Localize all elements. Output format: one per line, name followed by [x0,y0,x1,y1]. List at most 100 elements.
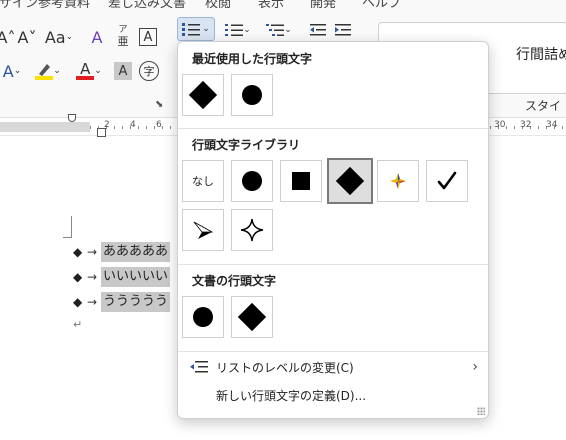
change-case-label: Aa [44,27,66,47]
bullet-library-title: 行頭文字ライブラリ [192,138,301,152]
bullet-tile-diamond[interactable] [182,74,224,116]
ribbon-tabs: デザイン 参考資料 差し込み文書 校閲 表示 開発 ヘルプ [0,0,566,8]
tab-arrow-icon: → [87,270,98,284]
bullet-tile-arrowhead[interactable] [182,209,224,251]
diamond-bullet-icon: ◆ [73,295,83,309]
first-line-indent-marker[interactable] [68,114,76,122]
four-point-star-icon [240,218,264,242]
multilevel-list-icon [266,24,285,36]
clear-formatting-button[interactable]: A [86,26,108,48]
chevron-down-icon: ⌄ [13,66,22,76]
bullet-tile-circle[interactable] [231,160,273,202]
resize-grip-icon[interactable] [477,407,485,415]
tab-mailings[interactable]: 差し込み文書 [108,0,186,8]
numbered-list-icon [225,24,244,36]
recent-bullets-title: 最近使用した行頭文字 [192,52,313,66]
numbering-button[interactable]: ⌄ [220,19,256,41]
ruler-number: 32 [520,120,532,130]
tab-references[interactable]: 参考資料 [38,0,90,8]
ruler-number: 6 [156,120,162,130]
diamond-icon [188,80,218,110]
bullet-library-dropdown: 最近使用した行頭文字 行頭文字ライブラリ なし 文書の行頭文字 リストのレベルの… [177,41,489,419]
bullet-tile-circle[interactable] [231,74,273,116]
tab-developer[interactable]: 開発 [310,0,336,8]
tab-help[interactable]: ヘルプ [362,0,401,8]
shrink-font-button[interactable]: A˅ [16,26,38,48]
chevron-right-icon: › [472,359,478,375]
define-new-bullet-label: 新しい行頭文字の定義(D)... [216,388,367,403]
diamond-bullet-icon: ◆ [73,270,83,284]
separator [178,351,488,352]
bullet-tile-checkmark[interactable] [426,160,468,202]
bullet-tile-circle[interactable] [182,296,224,338]
style-item-no-spacing[interactable]: 行間詰め [516,44,566,64]
bullet-list-icon [182,23,201,36]
page-corner-mark [63,216,72,238]
character-border-button[interactable]: A [139,28,157,46]
list-item-text[interactable]: ううううう [101,292,171,312]
phonetic-guide-button[interactable]: ア 亜 [114,22,132,50]
list-item[interactable]: ◆ → あああああ [73,242,171,262]
grow-font-button[interactable]: A˄ [0,26,16,48]
tab-arrow-icon: → [87,245,98,259]
list-item[interactable]: ◆ → いいいいい [73,267,171,287]
bullet-tile-diamond-selected[interactable] [327,158,373,204]
document-bullets-title: 文書の行頭文字 [192,274,277,288]
ruler-number: 4 [130,120,136,130]
diamond-bullet-icon: ◆ [73,245,83,259]
font-color-swatch [76,76,95,80]
phonetic-bottom: 亜 [117,35,129,48]
outdent-icon [310,24,326,36]
change-list-level-label: リストのレベルの変更(C) [216,360,354,375]
indent-icon [335,24,351,36]
none-label: なし [192,175,214,188]
left-indent-marker[interactable] [97,128,106,137]
chevron-down-icon: ⌄ [243,25,251,35]
chevron-down-icon: ⌄ [65,32,74,42]
enclose-characters-button[interactable]: 字 [139,61,159,81]
bullet-tile-diamond[interactable] [231,296,273,338]
decrease-indent-button[interactable] [308,19,328,41]
checkmark-icon [437,171,457,190]
tab-design[interactable]: デザイン [0,0,38,8]
separator [178,128,488,129]
ruler-number: 30 [494,120,506,130]
highlight-swatch [35,76,54,80]
tab-review[interactable]: 校閲 [205,0,231,8]
square-icon [292,172,310,190]
multilevel-list-button[interactable]: ⌄ [261,19,297,41]
chevron-down-icon: ⌄ [202,24,210,34]
marker-pen-icon [39,64,51,76]
chevron-down-icon: ⌄ [53,66,61,76]
list-level-icon [190,361,208,373]
bullet-tile-four-point-star[interactable] [231,209,273,251]
diamond-icon [335,166,365,196]
text-effects-label: A [2,61,14,81]
tab-view[interactable]: 表示 [258,0,284,8]
list-item-text[interactable]: いいいいい [101,267,171,287]
bullets-button[interactable]: ⌄ [177,17,215,41]
ruler-margin [0,122,90,132]
define-new-bullet-menu-item[interactable]: 新しい行頭文字の定義(D)... [178,381,488,409]
separator [178,264,488,265]
bullet-tile-square[interactable] [280,160,322,202]
change-list-level-menu-item[interactable]: リストのレベルの変更(C) › [178,353,488,381]
list-item[interactable]: ◆ → ううううう [73,292,171,312]
color-star-icon [390,173,406,189]
text-effects-button[interactable]: A ⌄ [0,60,24,82]
font-color-button[interactable]: A ⌄ [72,58,106,84]
arrowhead-icon [193,221,214,239]
bullet-tile-color-star[interactable] [377,160,419,202]
change-case-button[interactable]: Aa ⌄ [42,26,76,48]
diamond-icon [237,302,267,332]
font-color-label: A [80,60,91,78]
paragraph-mark: ↵ [73,318,83,331]
bullet-tile-none[interactable]: なし [182,160,224,202]
increase-indent-button[interactable] [333,19,353,41]
font-color-glyph: A [76,60,95,80]
character-shading-button[interactable]: A [114,62,132,80]
font-dialog-launcher-icon[interactable]: ⬊ [155,99,163,110]
highlight-color-button[interactable]: ⌄ [30,58,66,84]
tab-arrow-icon: → [87,295,98,309]
list-item-text[interactable]: あああああ [101,242,171,262]
